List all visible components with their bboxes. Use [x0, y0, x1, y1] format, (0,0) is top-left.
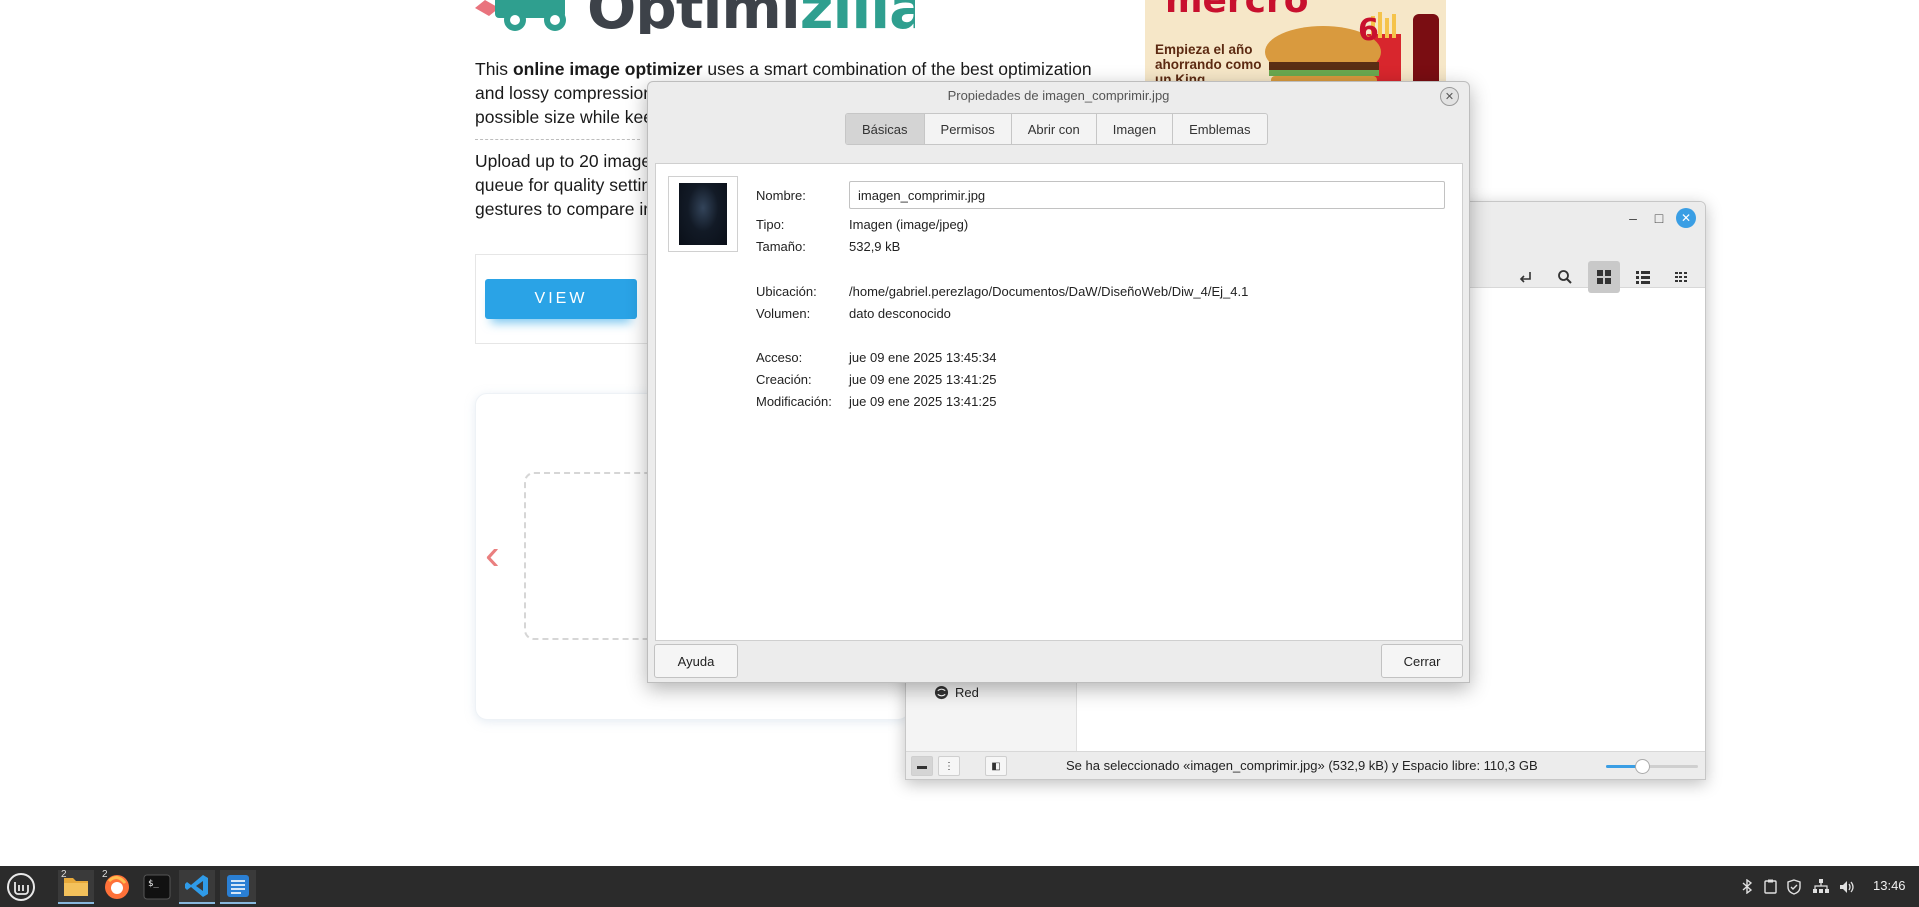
- dialog-tabs: Básicas Permisos Abrir con Imagen Emblem…: [845, 113, 1268, 145]
- svg-text:$_: $_: [148, 879, 159, 889]
- name-label: Nombre:: [756, 188, 806, 203]
- basic-properties-panel: Nombre: Tipo: Imagen (image/jpeg) Tamaño…: [655, 163, 1463, 641]
- files-app-icon[interactable]: 2: [58, 869, 94, 904]
- optimizilla-logo[interactable]: Optimizilla: [475, 0, 915, 34]
- toggle-sidebar-icon[interactable]: ◧: [985, 756, 1007, 776]
- show-places-icon[interactable]: ▬: [911, 756, 933, 776]
- mint-menu-icon[interactable]: [3, 870, 39, 904]
- size-label: Tamaño:: [756, 239, 806, 254]
- zoom-slider[interactable]: [1606, 759, 1698, 774]
- taskbar: 2 2 $_ 13:46: [0, 866, 1919, 907]
- dialog-close-icon[interactable]: ✕: [1440, 87, 1459, 106]
- dashed-divider: [475, 139, 640, 140]
- name-field[interactable]: [849, 181, 1445, 209]
- bluetooth-icon[interactable]: [1738, 866, 1756, 907]
- firefox-window-count: 2: [102, 869, 108, 880]
- burger-king-ad[interactable]: mercro Empieza el año ahorrando como un …: [1145, 0, 1446, 85]
- file-thumbnail[interactable]: [668, 176, 738, 252]
- files-window-count: 2: [61, 869, 67, 880]
- text-editor-icon[interactable]: [220, 870, 256, 904]
- file-manager-statusbar: ▬ ⋮ ◧ Se ha seleccionado «imagen_comprim…: [906, 751, 1705, 779]
- vscode-icon[interactable]: [179, 870, 215, 904]
- size-value: 532,9 kB: [849, 239, 901, 254]
- creation-value: jue 09 ene 2025 13:41:25: [849, 372, 997, 387]
- volume-value: dato desconocido: [849, 306, 951, 321]
- status-text: Se ha seleccionado «imagen_comprimir.jpg…: [1066, 758, 1538, 773]
- tab-abrir-con[interactable]: Abrir con: [1012, 114, 1097, 144]
- tab-imagen[interactable]: Imagen: [1097, 114, 1174, 144]
- network-icon: [934, 685, 949, 700]
- volume-label: Volumen:: [756, 306, 811, 321]
- creation-label: Creación:: [756, 372, 812, 387]
- firefox-icon[interactable]: 2: [99, 869, 135, 904]
- tab-emblemas[interactable]: Emblemas: [1173, 114, 1266, 144]
- shield-icon[interactable]: [1784, 866, 1804, 907]
- type-label: Tipo:: [756, 217, 785, 232]
- compact-view-icon[interactable]: [1666, 261, 1698, 293]
- logo-text: Optimizilla: [587, 0, 915, 34]
- carousel-prev-icon[interactable]: ‹: [485, 533, 500, 577]
- burger-image-icon: 6: [1265, 12, 1439, 85]
- zoom-slider-handle[interactable]: [1635, 759, 1651, 774]
- ad-text: Empieza el año ahorrando como un King: [1155, 42, 1262, 85]
- close-button[interactable]: Cerrar: [1381, 644, 1463, 678]
- modification-label: Modificación:: [756, 394, 832, 409]
- clock[interactable]: 13:46: [1873, 878, 1906, 893]
- type-value: Imagen (image/jpeg): [849, 217, 969, 232]
- close-icon[interactable]: ✕: [1676, 208, 1696, 228]
- clipboard-icon[interactable]: [1760, 866, 1780, 907]
- tab-basicas[interactable]: Básicas: [846, 114, 925, 144]
- modification-value: jue 09 ene 2025 13:41:25: [849, 394, 997, 409]
- maximize-icon[interactable]: □: [1649, 208, 1669, 228]
- location-label: Ubicación:: [756, 284, 817, 299]
- sidebar-item-network[interactable]: Red: [934, 685, 979, 700]
- thumbnail-image: [679, 183, 727, 245]
- svg-text:6: 6: [1358, 13, 1379, 48]
- show-tree-icon[interactable]: ⋮: [938, 756, 960, 776]
- list-view-icon[interactable]: [1627, 261, 1659, 293]
- access-label: Acceso:: [756, 350, 803, 365]
- logo-monster-icon: [475, 0, 566, 31]
- minimize-icon[interactable]: –: [1623, 208, 1643, 228]
- volume-icon[interactable]: [1836, 866, 1858, 907]
- network-status-icon[interactable]: [1810, 866, 1832, 907]
- sidebar-item-label: Red: [955, 685, 979, 700]
- location-toggle-icon[interactable]: [1510, 261, 1542, 293]
- location-value: /home/gabriel.perezlago/Documentos/DaW/D…: [849, 284, 1249, 299]
- search-icon[interactable]: [1549, 261, 1581, 293]
- tab-permisos[interactable]: Permisos: [925, 114, 1012, 144]
- access-value: jue 09 ene 2025 13:45:34: [849, 350, 997, 365]
- dialog-title: Propiedades de imagen_comprimir.jpg: [947, 88, 1170, 103]
- help-button[interactable]: Ayuda: [654, 644, 738, 678]
- intro-bold-text: online image optimizer: [512, 59, 703, 79]
- properties-dialog[interactable]: Propiedades de imagen_comprimir.jpg ✕ Bá…: [647, 81, 1470, 683]
- view-button[interactable]: VIEW: [485, 279, 637, 319]
- terminal-icon[interactable]: $_: [139, 870, 175, 904]
- icon-view-icon[interactable]: [1588, 261, 1620, 293]
